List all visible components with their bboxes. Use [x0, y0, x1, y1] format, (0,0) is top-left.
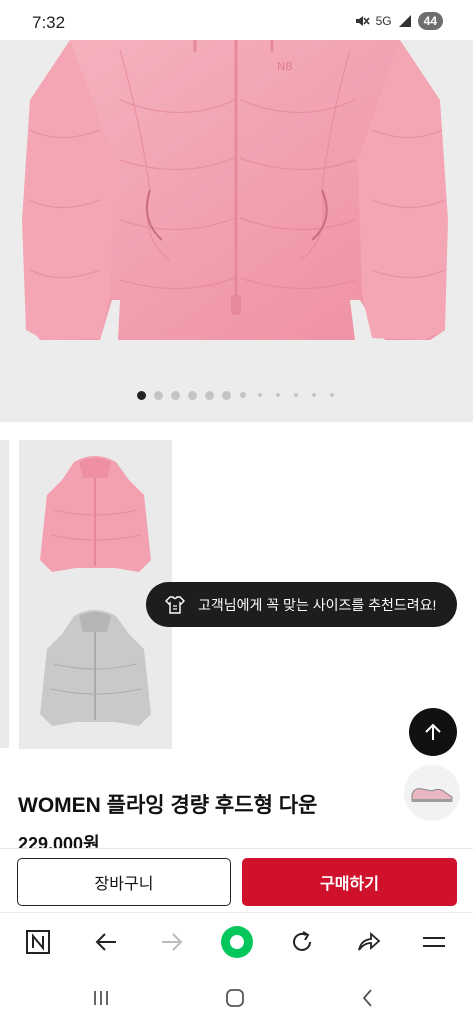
carousel-dot[interactable]	[329, 393, 334, 397]
browser-toolbar	[0, 912, 473, 970]
status-time: 7:32	[32, 13, 66, 32]
carousel-dot[interactable]	[136, 390, 146, 400]
purchase-action-bar: 장바구니 구매하기	[0, 848, 473, 912]
thumbnail-previous-edge[interactable]	[0, 440, 9, 748]
signal-icon	[398, 15, 411, 27]
status-icons: 5G 44	[354, 12, 443, 30]
forward-arrow-icon	[162, 933, 183, 951]
carousel-dot[interactable]	[153, 390, 163, 400]
system-back-button[interactable]	[354, 984, 382, 1012]
system-navigation-bar	[0, 970, 473, 1024]
recents-icon	[94, 991, 108, 1005]
product-title: WOMEN 플라잉 경량 후드형 다운	[18, 794, 318, 817]
share-button[interactable]	[351, 925, 385, 959]
thumbnail-pink[interactable]	[19, 440, 172, 594]
battery-indicator: 44	[417, 12, 443, 30]
carousel-dot[interactable]	[204, 390, 214, 400]
back-button[interactable]	[89, 925, 123, 959]
recents-button[interactable]	[87, 984, 115, 1012]
carousel-dot[interactable]	[257, 393, 262, 397]
recent-viewed-product-button[interactable]	[404, 765, 460, 821]
pink-down-jacket-image: NB	[22, 40, 448, 340]
naver-home-button[interactable]	[21, 925, 55, 959]
carousel-dot[interactable]	[239, 392, 246, 398]
svg-text:NB: NB	[277, 60, 293, 73]
tooltip-text: 고객님에게 꼭 맞는 사이즈를 추천드려요!	[198, 596, 437, 613]
carousel-pagination	[0, 390, 473, 400]
menu-icon	[423, 937, 445, 947]
naver-home-icon	[26, 930, 50, 954]
tshirt-ruler-icon	[165, 595, 185, 614]
share-icon	[358, 932, 381, 951]
product-hero-image[interactable]: NB	[0, 40, 473, 422]
green-dot-icon	[221, 926, 253, 958]
network-type: 5G	[375, 14, 392, 28]
arrow-up-icon	[425, 723, 441, 740]
size-recommendation-tooltip[interactable]: 고객님에게 꼭 맞는 사이즈를 추천드려요!	[146, 582, 457, 627]
status-bar: 7:32 5G 44	[0, 0, 473, 44]
green-dot-button[interactable]	[220, 925, 254, 959]
carousel-dot[interactable]	[187, 390, 197, 400]
home-button[interactable]	[221, 984, 249, 1012]
carousel-dot[interactable]	[170, 390, 180, 400]
refresh-icon	[293, 931, 311, 951]
buy-now-button[interactable]: 구매하기	[242, 858, 457, 906]
carousel-dot[interactable]	[311, 393, 316, 397]
refresh-button[interactable]	[285, 925, 319, 959]
carousel-dot[interactable]	[293, 393, 298, 397]
pink-jacket-thumbnail	[40, 456, 151, 572]
home-icon	[226, 989, 244, 1007]
sneaker-icon	[411, 788, 453, 802]
carousel-dot[interactable]	[221, 390, 231, 400]
add-to-cart-button[interactable]: 장바구니	[17, 858, 231, 906]
back-arrow-icon	[95, 933, 116, 951]
mute-icon	[355, 16, 370, 26]
menu-button[interactable]	[417, 925, 451, 959]
forward-button[interactable]	[155, 925, 189, 959]
back-icon	[362, 989, 372, 1007]
carousel-dot[interactable]	[275, 393, 280, 397]
scroll-to-top-button[interactable]	[409, 708, 457, 756]
